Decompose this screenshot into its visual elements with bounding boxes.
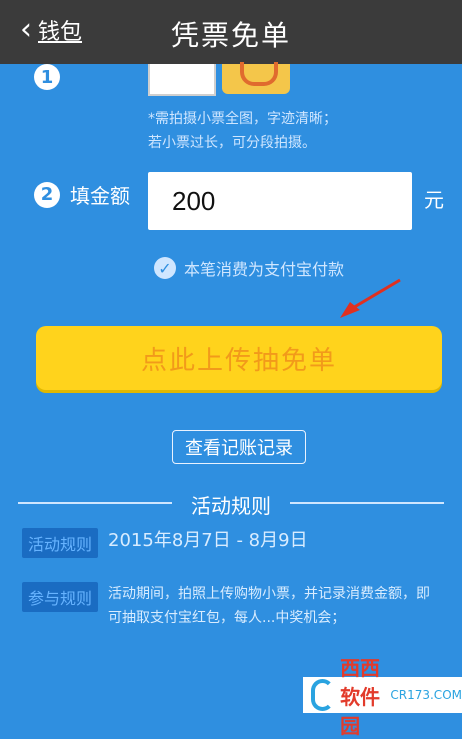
page-title: 凭票免单 [170,19,291,52]
receipt-thumbnail[interactable] [148,64,216,96]
upload-lottery-button[interactable]: 点此上传抽免单 [36,326,442,390]
view-records-button[interactable]: 查看记账记录 [172,430,306,464]
rules-divider: 活动规则 [18,490,444,518]
rule-tag: 活动规则 [22,528,99,558]
checkbox-label: 本笔消费为支付宝付款 [184,260,345,279]
step2-row: 2 填金额 [34,180,130,209]
amount-input[interactable]: 200 [148,172,412,230]
amount-value: 200 [172,185,216,216]
camera-button[interactable] [222,62,290,94]
rules-title: 活动规则 [191,494,271,518]
checkmark-icon: ✓ [154,257,176,279]
step2-label: 填金额 [70,184,130,208]
rule-text: 2015年8月7日 - 8月9日 [108,530,308,551]
step2-badge: 2 [34,181,60,208]
rule-item-period: 活动规则 2015年8月7日 - 8月9日 [22,528,308,558]
divider-line-right [290,502,444,504]
amount-unit: 元 [424,188,444,212]
rule-text: 活动期间，拍照上传购物小票，并记录消费金额，即可抽取支付宝红包，每人...中奖机… [108,586,431,626]
hint-line2: 若小票过长，可分段拍摄。 [148,135,316,151]
red-arrow-annotation [340,278,401,318]
step1-row: 1 [34,64,60,90]
main-content: 1 *需拍摄小票全图，字迹清晰； 若小票过长，可分段拍摄。 2 填金额 200 … [0,62,462,738]
camera-icon [240,62,278,86]
navbar: ‹ 钱包 凭票免单 [0,0,462,64]
logo-sub: CR173.COM [390,688,462,702]
records-button-label: 查看记账记录 [185,438,293,459]
upload-button-label: 点此上传抽免单 [140,345,337,376]
alipay-payment-checkbox[interactable]: ✓ 本笔消费为支付宝付款 [154,256,344,280]
step1-badge: 1 [34,64,60,90]
watermark-logo: 西西软件园 CR173.COM [303,656,462,738]
rule-item-participation: 参与规则 活动期间，拍照上传购物小票，并记录消费金额，即可抽取支付宝红包，每人.… [22,582,442,630]
rule-tag: 参与规则 [22,582,99,612]
logo-name: 西西软件园 [340,655,381,738]
logo-mark-icon [311,679,335,711]
hint-line1: *需拍摄小票全图，字迹清晰； [148,111,337,127]
